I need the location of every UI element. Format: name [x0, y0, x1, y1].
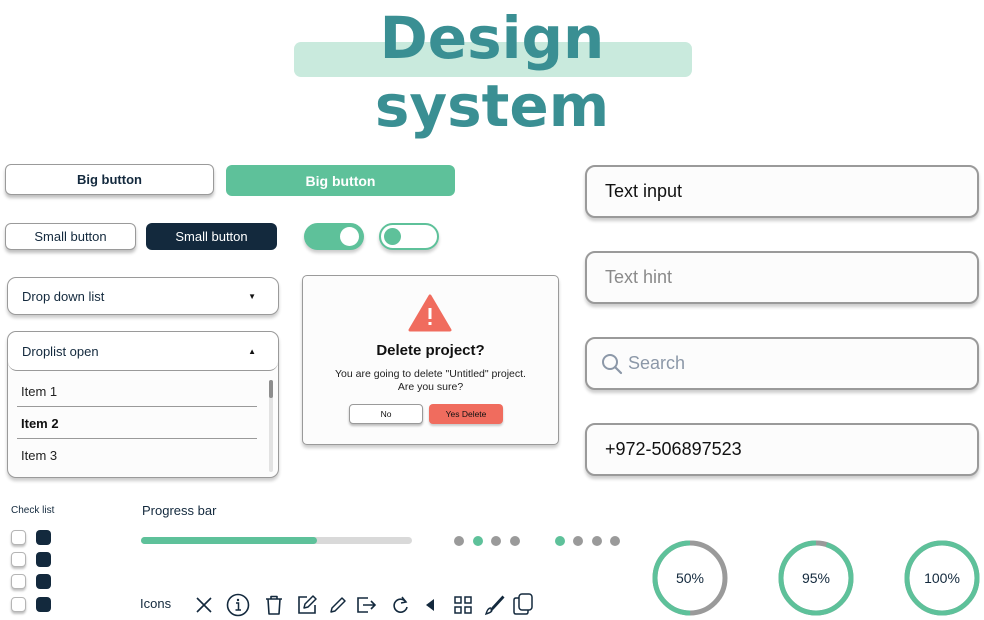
scrollbar-thumb[interactable] [269, 380, 273, 398]
dialog-title: Delete project? [376, 342, 485, 359]
droplist-label: Droplist open [22, 343, 99, 359]
droplist-open: Droplist open ▲ Item 1 Item 2 Item 3 [7, 331, 279, 478]
checkbox-unchecked[interactable] [11, 530, 26, 545]
text-hint-field[interactable] [585, 251, 979, 304]
checkbox-checked[interactable] [36, 574, 51, 589]
checkbox-checked[interactable] [36, 597, 51, 612]
close-icon[interactable] [193, 594, 215, 616]
checklist-label: Check list [11, 505, 55, 516]
pager-dot[interactable] [491, 536, 501, 546]
caret-down-icon: ▼ [248, 291, 256, 301]
scrollbar[interactable] [269, 380, 273, 472]
droplist-item[interactable]: Item 1 [17, 376, 257, 407]
yes-delete-button[interactable]: Yes Delete [429, 404, 503, 424]
search-field[interactable] [585, 337, 979, 390]
phone-input[interactable] [605, 439, 945, 460]
droplist-header[interactable]: Droplist open ▲ [8, 332, 278, 371]
pencil-icon[interactable] [327, 594, 349, 616]
text-hint-input[interactable] [605, 267, 945, 288]
pager-dot[interactable] [610, 536, 620, 546]
big-outline-button[interactable]: Big button [5, 164, 214, 195]
delete-dialog: Delete project? You are going to delete … [302, 275, 559, 445]
ring-label: 50% [675, 570, 705, 586]
progress-ring-50: 50% [651, 539, 729, 617]
pager-dot[interactable] [454, 536, 464, 546]
pager-dot[interactable] [573, 536, 583, 546]
pager-dot[interactable] [555, 536, 565, 546]
dialog-message-line: Are you sure? [397, 381, 464, 393]
small-dark-button[interactable]: Small button [146, 223, 277, 250]
refresh-icon[interactable] [390, 594, 412, 616]
edit-square-icon[interactable] [296, 594, 318, 616]
progress-bar [141, 537, 412, 544]
search-icon [602, 353, 623, 374]
ring-label: 100% [924, 570, 960, 586]
brush-icon[interactable] [483, 594, 505, 616]
text-input-field[interactable] [585, 165, 979, 218]
progress-ring-100: 100% [903, 539, 981, 617]
checkbox-unchecked[interactable] [11, 597, 26, 612]
big-primary-button[interactable]: Big button [226, 165, 455, 196]
search-input[interactable] [628, 353, 968, 374]
droplist-item[interactable]: Item 3 [17, 440, 257, 471]
pager-dot[interactable] [510, 536, 520, 546]
progress-fill [141, 537, 318, 544]
logout-icon[interactable] [355, 594, 377, 616]
checkbox-unchecked[interactable] [11, 574, 26, 589]
warning-icon [408, 294, 452, 332]
pager-dot[interactable] [592, 536, 602, 546]
small-outline-button[interactable]: Small button [5, 223, 136, 250]
checkbox-unchecked[interactable] [11, 552, 26, 567]
checkbox-checked[interactable] [36, 530, 51, 545]
copy-icon[interactable] [511, 592, 535, 616]
dropdown-list[interactable]: Drop down list ▼ [7, 277, 279, 315]
toggle-off[interactable] [379, 223, 439, 250]
text-input[interactable] [605, 181, 945, 202]
toggle-on[interactable] [304, 223, 364, 250]
trash-icon[interactable] [263, 594, 285, 616]
caret-left-icon[interactable] [420, 594, 442, 616]
page-title: Design system [374, 4, 610, 140]
dialog-message-line: You are going to delete "Untitled" proje… [335, 368, 526, 380]
progress-label: Progress bar [142, 503, 217, 518]
caret-up-icon: ▲ [248, 346, 256, 356]
icons-label: Icons [140, 596, 172, 611]
progress-ring-95: 95% [777, 539, 855, 617]
dialog-message: You are going to delete "Untitled" proje… [303, 368, 558, 394]
no-button[interactable]: No [349, 404, 423, 424]
toggle-knob [384, 228, 401, 245]
info-icon[interactable] [226, 593, 250, 617]
toggle-knob [340, 227, 359, 246]
dropdown-label: Drop down list [22, 288, 105, 304]
phone-field[interactable] [585, 423, 979, 476]
droplist-item-selected[interactable]: Item 2 [17, 408, 257, 439]
pager-dot[interactable] [473, 536, 483, 546]
ring-label: 95% [801, 570, 831, 586]
checkbox-checked[interactable] [36, 552, 51, 567]
grid-icon[interactable] [452, 594, 474, 616]
